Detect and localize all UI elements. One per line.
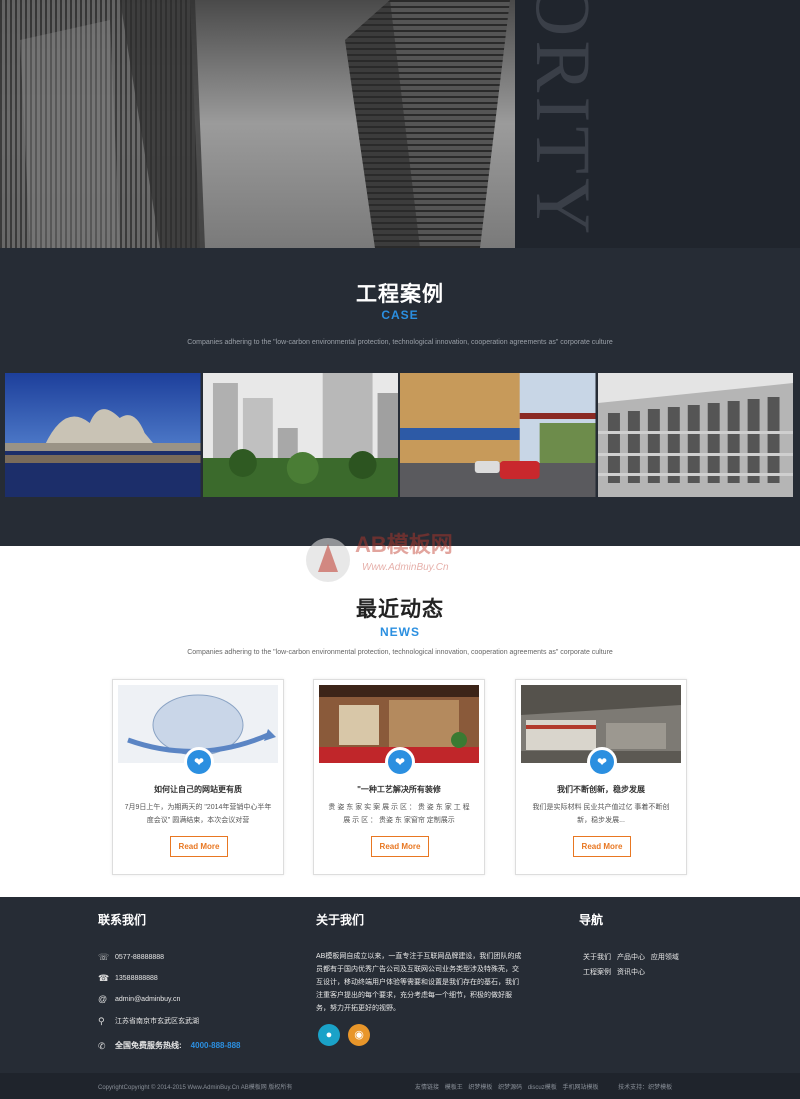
email-icon: @	[98, 994, 108, 1004]
watermark-text: AB模板网	[355, 532, 453, 557]
friend-link: 友情链接	[415, 1085, 440, 1091]
case-image-office[interactable]	[597, 373, 793, 497]
hotline-icon: ✆	[98, 1040, 106, 1051]
about-title: 关于我们	[316, 913, 365, 927]
news-cards: ❤ 如何让自己的网站更有质 7月9日上午，为期两天的 "2014年营销中心半年度…	[112, 679, 688, 875]
news-card-title: "一种工艺解决所有装修	[357, 785, 441, 794]
case-gallery	[5, 373, 793, 497]
news-card-title: 我们不断创新，稳步发展	[557, 785, 645, 794]
read-more-button[interactable]: Read More	[371, 836, 429, 857]
contact-phone1: ☏ 0577-88888888	[98, 952, 164, 962]
friend-link[interactable]: 织梦源码	[498, 1085, 522, 1091]
nav-link-applications[interactable]: 应用领域	[651, 954, 679, 961]
case-image-museum[interactable]	[5, 373, 201, 497]
nav-link-products[interactable]: 产品中心	[617, 954, 645, 961]
case-image-towers[interactable]	[202, 373, 398, 497]
nav-link-news[interactable]: 资讯中心	[617, 969, 645, 976]
contact-email-text[interactable]: admin@adminbuy.cn	[115, 996, 180, 1003]
read-more-button[interactable]: Read More	[573, 836, 631, 857]
hero-vertical-word: ORITY	[520, 0, 607, 239]
qq-icon[interactable]: ●	[318, 1024, 340, 1046]
weibo-icon[interactable]: ◉	[348, 1024, 370, 1046]
contact-hotline: ✆ 全国免费服务热线: 4000-888-888	[98, 1040, 241, 1051]
heart-icon: ❤	[184, 747, 214, 777]
heart-icon: ❤	[385, 747, 415, 777]
contact-phone2-text: 13588888888	[115, 974, 158, 982]
nav-link-about[interactable]: 关于我们	[583, 954, 611, 961]
friend-link[interactable]: 织梦模板	[468, 1085, 492, 1091]
footer: 联系我们 关于我们 导航 ☏ 0577-88888888 ☎ 135888888…	[0, 897, 800, 1073]
footer-nav: 关于我们 产品中心 应用领域 工程案例 资讯中心	[583, 950, 693, 980]
read-more-button[interactable]: Read More	[170, 836, 228, 857]
contact-address-text: 江苏省南京市玄武区玄武湖	[115, 1018, 199, 1025]
news-card[interactable]: ❤ 如何让自己的网站更有质 7月9日上午，为期两天的 "2014年营销中心半年度…	[112, 679, 284, 875]
heart-icon: ❤	[587, 747, 617, 777]
news-title-cn: 最近动态	[356, 598, 444, 621]
nav-title: 导航	[579, 913, 604, 927]
news-card-excerpt: 我们是实际材料 民业共产值过亿 事着不断创新，稳步发展...	[532, 804, 670, 824]
news-title-en: NEWS	[380, 625, 420, 639]
contact-address: ⚲ 江苏省南京市玄武区玄武湖	[98, 1016, 199, 1026]
hero-banner: ORITY	[0, 0, 800, 248]
copyright-bar: CopyrightCopyright © 2014-2015 Www.Admin…	[0, 1073, 800, 1099]
friend-link[interactable]: discuz模板	[528, 1085, 557, 1091]
case-image-street[interactable]	[400, 373, 596, 497]
news-card[interactable]: ❤ 我们不断创新，稳步发展 我们是实际材料 民业共产值过亿 事着不断创新，稳步发…	[515, 679, 687, 875]
watermark-url: Www.AdminBuy.Cn	[362, 562, 449, 573]
hero-building-photo	[0, 0, 515, 248]
mobile-icon: ☎	[98, 973, 110, 983]
contact-phone1-text: 0577-88888888	[115, 953, 165, 961]
news-card-excerpt: 7月9日上午，为期两天的 "2014年营销中心半年度会议" 圆满结束，本次会议对…	[124, 804, 272, 824]
news-card-title: 如何让自己的网站更有质	[154, 785, 242, 794]
tech-support-link[interactable]: 技术支持：织梦模板	[618, 1085, 672, 1091]
phone-icon: ☏	[98, 952, 110, 962]
watermark-logo: AB模板网 Www.AdminBuy.Cn	[300, 510, 500, 590]
case-title-en: CASE	[381, 308, 419, 322]
friend-link[interactable]: 手机网站模板	[562, 1085, 598, 1091]
friend-links: 友情链接 模板王 织梦模板 织梦源码 discuz模板 手机网站模板 技术支持：…	[415, 1082, 676, 1091]
hotline-number: 4000-888-888	[190, 1041, 241, 1050]
hotline-label: 全国免费服务热线:	[115, 1041, 182, 1050]
contact-email[interactable]: @ admin@adminbuy.cn	[98, 994, 180, 1004]
location-icon: ⚲	[98, 1016, 105, 1026]
news-description: Companies adhering to the "low-carbon en…	[187, 649, 613, 656]
about-text: AB模板网自成立以来，一直专注于互联网品牌建设，我们团队的成员都有于国内优秀广告…	[316, 953, 522, 1012]
case-description: Companies adhering to the "low-carbon en…	[187, 339, 613, 346]
copyright-text: CopyrightCopyright © 2014-2015 Www.Admin…	[98, 1085, 293, 1091]
case-section: 工程案例 CASE Companies adhering to the "low…	[0, 248, 800, 546]
case-title-cn: 工程案例	[356, 283, 444, 306]
news-card[interactable]: ❤ "一种工艺解决所有装修 贵 姿 东 家 实 案 展 示 区 ： 贵 姿 东 …	[313, 679, 485, 875]
contact-title: 联系我们	[98, 913, 147, 927]
friend-link[interactable]: 模板王	[445, 1085, 463, 1091]
contact-phone2: ☎ 13588888888	[98, 973, 158, 983]
news-card-excerpt: 贵 姿 东 家 实 案 展 示 区 ： 贵 姿 东 家 工 程 展 示 区 ： …	[328, 804, 470, 824]
nav-link-cases[interactable]: 工程案例	[583, 969, 611, 976]
